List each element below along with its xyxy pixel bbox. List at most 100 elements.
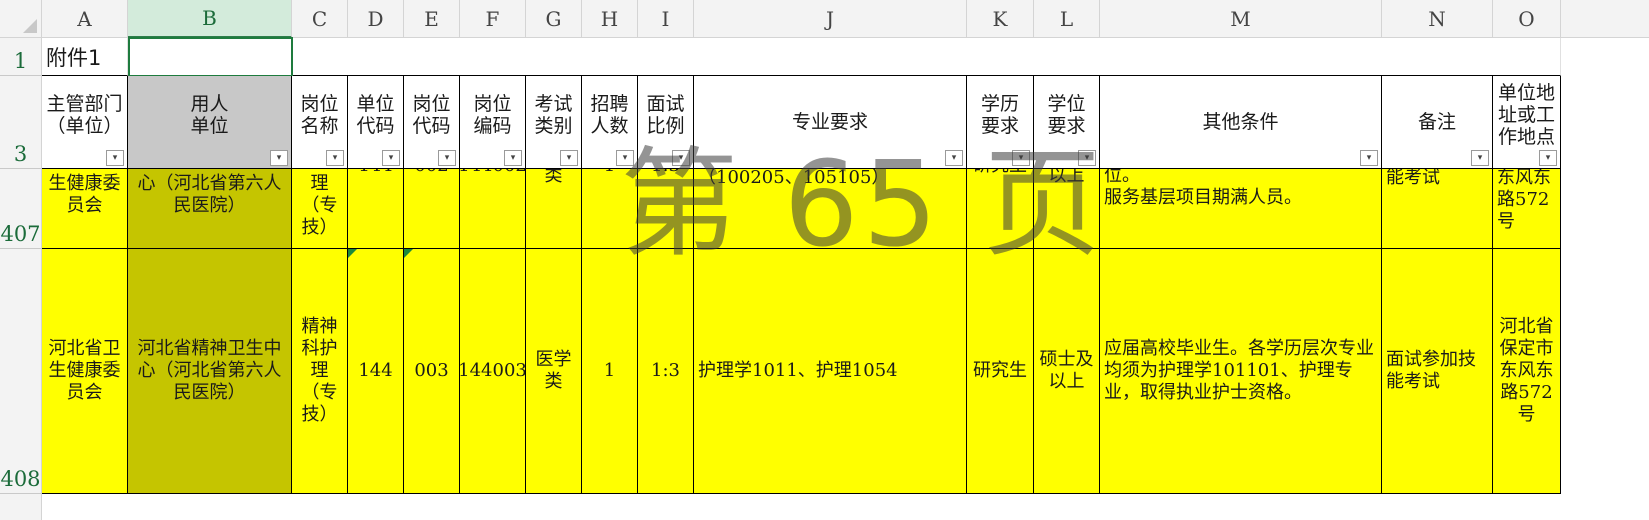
cell-g407[interactable]: 类 [526, 169, 582, 249]
cell-d407[interactable]: 144 [348, 169, 404, 249]
cell-e408[interactable]: 003 [404, 249, 460, 494]
cell-g408[interactable]: 医学类 [526, 249, 582, 494]
cell-text: （100205、105105） [698, 169, 890, 188]
error-indicator-icon [404, 249, 413, 258]
cell-h408[interactable]: 1 [582, 249, 638, 494]
cell-i407[interactable]: 1:3 [638, 169, 694, 249]
cell-j407[interactable]: （100205、105105） [694, 169, 967, 249]
column-header-g[interactable]: G [526, 0, 582, 38]
cell-i408[interactable]: 1:3 [638, 249, 694, 494]
right-empty-area[interactable] [1561, 38, 1649, 494]
cell-o407[interactable]: 东风东路572号 [1493, 169, 1561, 249]
header-cell-major-requirement[interactable]: 专业要求 ▾ [694, 76, 967, 169]
cell-c407[interactable]: 理（专技） [292, 169, 348, 249]
column-header-o[interactable]: O [1493, 0, 1561, 38]
cell-h407[interactable]: 1 [582, 169, 638, 249]
header-label: 岗位名称 [300, 93, 339, 137]
header-cell-exam-category[interactable]: 考试类别 ▾ [526, 76, 582, 169]
cell-a407[interactable]: 生健康委员会 [42, 169, 128, 249]
header-label: 岗位编码 [473, 93, 512, 137]
filter-dropdown-icon[interactable]: ▾ [504, 150, 522, 166]
filter-dropdown-icon[interactable]: ▾ [1471, 150, 1489, 166]
column-header-f[interactable]: F [460, 0, 526, 38]
cell-b408[interactable]: 河北省精神卫生中心（河北省第六人民医院） [128, 249, 292, 494]
header-label: 面试比例 [646, 93, 685, 137]
filter-dropdown-icon[interactable]: ▾ [1539, 150, 1557, 166]
cell-m408[interactable]: 应届高校毕业生。各学历层次专业均须为护理学101101、护理专业，取得执业护士资… [1100, 249, 1382, 494]
cell-text: 1 [604, 169, 615, 177]
row-header-filler [0, 494, 42, 520]
column-header-n[interactable]: N [1382, 0, 1493, 38]
header-label: 用人 单位 [190, 93, 229, 137]
column-header-l[interactable]: L [1034, 0, 1100, 38]
header-cell-remarks[interactable]: 备注 ▾ [1382, 76, 1493, 169]
cell-k408[interactable]: 研究生 [967, 249, 1034, 494]
header-label: 岗位代码 [412, 93, 451, 137]
header-cell-unit-code[interactable]: 单位代码 ▾ [348, 76, 404, 169]
header-cell-education[interactable]: 学历要求 ▾ [967, 76, 1034, 169]
cell-o408[interactable]: 河北省保定市东风东路572号 [1493, 249, 1561, 494]
cell-k407[interactable]: 研究生 [967, 169, 1034, 249]
cell-l407[interactable]: 以上 [1034, 169, 1100, 249]
header-cell-interview-ratio[interactable]: 面试比例 ▾ [638, 76, 694, 169]
select-all-icon [23, 19, 37, 33]
cell-b1-selected[interactable] [128, 37, 293, 77]
cell-e407[interactable]: 002 [404, 169, 460, 249]
filter-dropdown-icon[interactable]: ▾ [382, 150, 400, 166]
cell-j408[interactable]: 护理学1011、护理1054 [694, 249, 967, 494]
column-header-c[interactable]: C [292, 0, 348, 38]
header-label: 主管部门（单位） [46, 93, 123, 137]
header-cell-degree[interactable]: 学位要求 ▾ [1034, 76, 1100, 169]
filter-dropdown-icon[interactable]: ▾ [270, 150, 288, 166]
header-cell-position-number[interactable]: 岗位编码 ▾ [460, 76, 526, 169]
column-header-j[interactable]: J [694, 0, 967, 38]
cell-n408[interactable]: 面试参加技能考试 [1382, 249, 1493, 494]
header-cell-employer[interactable]: 用人 单位 ▾ [128, 76, 292, 169]
error-indicator-icon [348, 249, 357, 258]
column-header-a[interactable]: A [42, 0, 128, 38]
bottom-empty-area[interactable] [42, 494, 1649, 520]
column-header-m[interactable]: M [1100, 0, 1382, 38]
column-header-h[interactable]: H [582, 0, 638, 38]
column-header-d[interactable]: D [348, 0, 404, 38]
row-header-407[interactable]: 407 [0, 169, 42, 249]
column-header-k[interactable]: K [967, 0, 1034, 38]
header-cell-other-conditions[interactable]: 其他条件 ▾ [1100, 76, 1382, 169]
filter-dropdown-icon[interactable]: ▾ [560, 150, 578, 166]
header-cell-hiring-count[interactable]: 招聘人数 ▾ [582, 76, 638, 169]
header-cell-department[interactable]: 主管部门（单位） ▾ [42, 76, 128, 169]
cell-text: 类 [544, 169, 563, 186]
cell-l408[interactable]: 硕士及以上 [1034, 249, 1100, 494]
cell-f408[interactable]: 144003 [460, 249, 526, 494]
filter-dropdown-icon[interactable]: ▾ [945, 150, 963, 166]
cell-c408[interactable]: 精神科护理（专技） [292, 249, 348, 494]
cell-b407[interactable]: 心（河北省第六人民医院） [128, 169, 292, 249]
header-cell-position-name[interactable]: 岗位名称 ▾ [292, 76, 348, 169]
filter-dropdown-icon[interactable]: ▾ [106, 150, 124, 166]
filter-dropdown-icon[interactable]: ▾ [672, 150, 690, 166]
row1-empty-cells[interactable] [293, 38, 1561, 76]
row-header-3[interactable]: 3 [0, 76, 42, 169]
row-header-408[interactable]: 408 [0, 249, 42, 494]
filter-dropdown-icon[interactable]: ▾ [616, 150, 634, 166]
cell-f407[interactable]: 144002 [460, 169, 526, 249]
filter-dropdown-icon[interactable]: ▾ [1078, 150, 1096, 166]
filter-dropdown-icon[interactable]: ▾ [326, 150, 344, 166]
cell-text: 144002 [460, 169, 525, 177]
cell-text: 研究生 [973, 169, 1027, 177]
filter-dropdown-icon[interactable]: ▾ [1360, 150, 1378, 166]
select-all-corner[interactable] [0, 0, 42, 38]
cell-n407[interactable]: 能考试 [1382, 169, 1493, 249]
cell-m407[interactable]: 位。 服务基层项目期满人员。 [1100, 169, 1382, 249]
header-cell-position-code[interactable]: 岗位代码 ▾ [404, 76, 460, 169]
column-header-i[interactable]: I [638, 0, 694, 38]
cell-a1[interactable]: 附件1 [42, 38, 128, 76]
cell-a408[interactable]: 河北省卫生健康委员会 [42, 249, 128, 494]
filter-dropdown-icon[interactable]: ▾ [1012, 150, 1030, 166]
filter-dropdown-icon[interactable]: ▾ [438, 150, 456, 166]
column-header-e[interactable]: E [404, 0, 460, 38]
header-cell-address[interactable]: 单位地址或工作地点 ▾ [1493, 76, 1561, 169]
row-header-1[interactable]: 1 [0, 38, 42, 76]
cell-d408[interactable]: 144 [348, 249, 404, 494]
column-header-b[interactable]: B [128, 0, 292, 38]
